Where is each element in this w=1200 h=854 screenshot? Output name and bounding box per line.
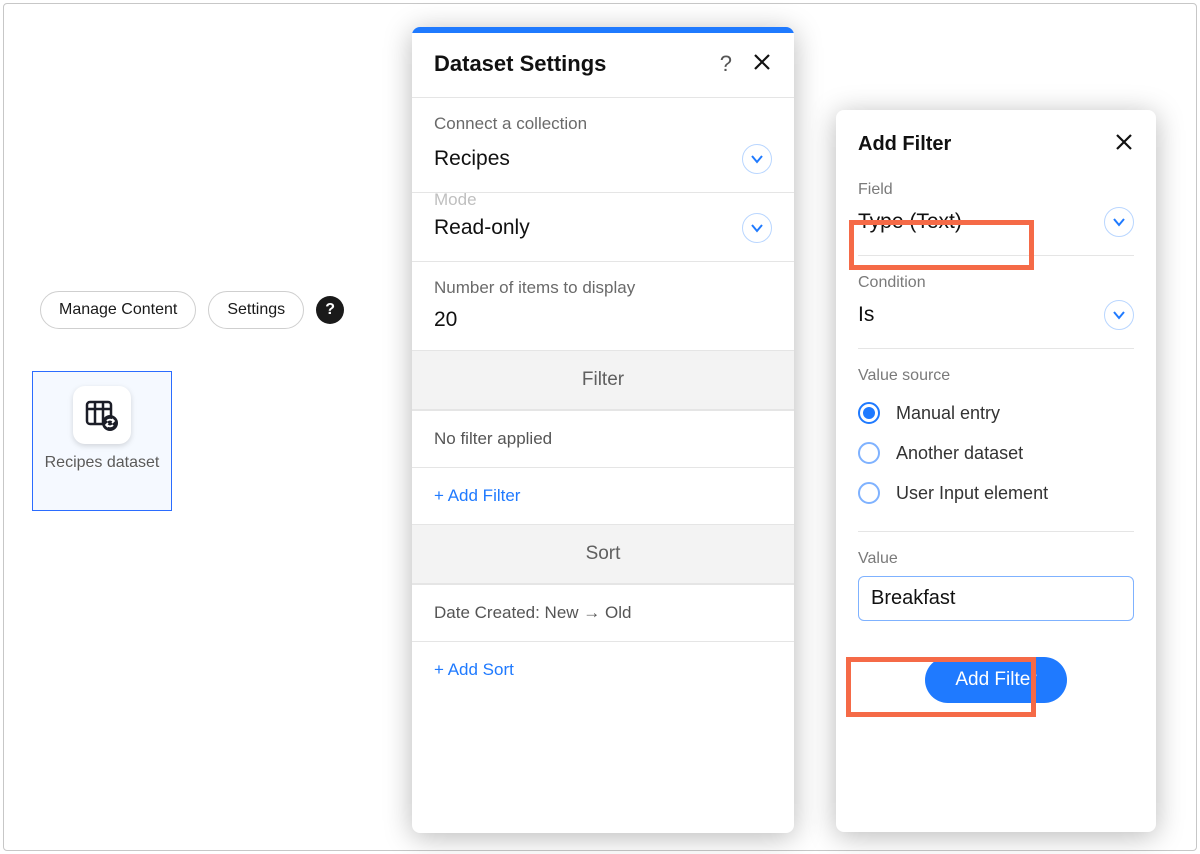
add-filter-button[interactable]: Add Filter xyxy=(925,657,1066,703)
filter-group-header: Filter xyxy=(412,350,794,410)
field-label: Field xyxy=(858,181,1134,199)
chevron-down-icon[interactable] xyxy=(1104,300,1134,330)
radio-manual-entry[interactable]: Manual entry xyxy=(858,393,1134,433)
num-items-label: Number of items to display xyxy=(434,278,772,298)
dataset-element[interactable]: Recipes dataset xyxy=(32,371,172,511)
add-filter-link[interactable]: + Add Filter xyxy=(412,467,794,524)
condition-section: Condition Is xyxy=(836,256,1156,349)
condition-label: Condition xyxy=(858,274,1134,292)
value-source-section: Value source Manual entry Another datase… xyxy=(836,349,1156,517)
value-section: Value xyxy=(836,532,1156,621)
no-filter-row: No filter applied xyxy=(412,410,794,467)
help-icon[interactable]: ? xyxy=(720,51,732,77)
value-label: Value xyxy=(858,550,1134,568)
connect-collection-section: Connect a collection Recipes xyxy=(412,97,794,192)
app-frame: Manage Content Settings ? Recipes datase… xyxy=(3,3,1197,851)
filter-header: Add Filter xyxy=(836,110,1156,171)
sort-row[interactable]: Date Created: New → Old xyxy=(412,584,794,641)
mode-label-cropped: Mode xyxy=(434,193,772,207)
connect-collection-row[interactable]: Recipes xyxy=(434,144,772,174)
radio-user-input-element[interactable]: User Input element xyxy=(858,473,1134,513)
manage-content-button[interactable]: Manage Content xyxy=(40,291,196,329)
field-section: Field Type (Text) xyxy=(836,171,1156,256)
sort-group-header: Sort xyxy=(412,524,794,584)
value-input[interactable] xyxy=(858,576,1134,621)
add-sort-link[interactable]: + Add Sort xyxy=(412,641,794,698)
field-select[interactable]: Type (Text) xyxy=(858,207,1134,256)
radio-another-dataset[interactable]: Another dataset xyxy=(858,433,1134,473)
close-icon[interactable] xyxy=(752,52,772,77)
connect-collection-value: Recipes xyxy=(434,147,510,171)
dataset-icon xyxy=(73,386,131,444)
radio-icon xyxy=(858,442,880,464)
chevron-down-icon[interactable] xyxy=(742,144,772,174)
mode-row[interactable]: Read-only xyxy=(434,213,772,243)
radio-icon xyxy=(858,402,880,424)
num-items-section: Number of items to display 20 xyxy=(412,261,794,350)
dataset-settings-panel: Dataset Settings ? Connect a collection … xyxy=(412,27,794,833)
radio-icon xyxy=(858,482,880,504)
settings-button[interactable]: Settings xyxy=(208,291,304,329)
field-value: Type (Text) xyxy=(858,210,962,234)
filter-title: Add Filter xyxy=(858,133,951,156)
mode-value: Read-only xyxy=(434,216,530,240)
settings-header-actions: ? xyxy=(720,51,772,77)
close-icon[interactable] xyxy=(1114,132,1134,157)
value-source-label: Value source xyxy=(858,367,1134,385)
condition-value: Is xyxy=(858,303,874,327)
settings-title: Dataset Settings xyxy=(434,51,606,77)
dataset-label: Recipes dataset xyxy=(45,454,160,472)
add-filter-panel: Add Filter Field Type (Text) Condition I… xyxy=(836,110,1156,832)
radio-label: User Input element xyxy=(896,483,1048,504)
num-items-value[interactable]: 20 xyxy=(434,308,772,332)
chevron-down-icon[interactable] xyxy=(1104,207,1134,237)
radio-label: Another dataset xyxy=(896,443,1023,464)
connect-collection-label: Connect a collection xyxy=(434,114,772,134)
help-icon[interactable]: ? xyxy=(316,296,344,324)
settings-header: Dataset Settings ? xyxy=(412,33,794,97)
radio-label: Manual entry xyxy=(896,403,1000,424)
condition-select[interactable]: Is xyxy=(858,300,1134,349)
context-toolbar: Manage Content Settings ? xyxy=(40,291,344,329)
mode-section: Mode Read-only xyxy=(412,192,794,261)
chevron-down-icon[interactable] xyxy=(742,213,772,243)
